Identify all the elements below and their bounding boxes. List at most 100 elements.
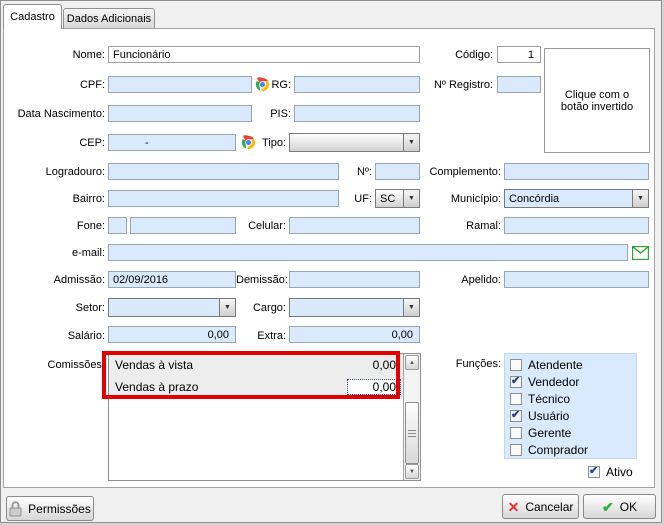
func-item-gerente[interactable]: Gerente xyxy=(505,424,636,441)
tipo-combo-value xyxy=(290,134,403,151)
func-item-usuario[interactable]: Usuário xyxy=(505,407,636,424)
cargo-combo[interactable]: ▼ xyxy=(289,298,420,317)
ok-button-label: OK xyxy=(620,500,637,514)
func-item-vendedor[interactable]: Vendedor xyxy=(505,373,636,390)
checkbox[interactable] xyxy=(510,376,522,388)
funcoes-listbox[interactable]: Atendente Vendedor Técnico Usuário Geren… xyxy=(504,353,637,459)
chevron-down-icon[interactable]: ▼ xyxy=(403,299,419,316)
salario-input[interactable] xyxy=(108,326,236,343)
func-item-label: Gerente xyxy=(528,426,571,440)
numero-input[interactable] xyxy=(375,163,420,180)
cargo-label: Cargo: xyxy=(236,302,286,314)
send-email-icon[interactable] xyxy=(632,246,649,260)
cancel-button-label: Cancelar xyxy=(525,500,573,514)
ativo-label: Ativo xyxy=(606,465,633,479)
extra-input[interactable] xyxy=(289,326,420,343)
chevron-down-icon[interactable]: ▼ xyxy=(403,190,419,207)
thumb-grip xyxy=(408,433,416,434)
commission-name: Vendas à prazo xyxy=(115,380,348,394)
scroll-up-icon[interactable]: ▲ xyxy=(405,355,419,370)
codigo-input[interactable] xyxy=(497,46,541,63)
employee-register-dialog: Cadastro Dados Adicionais Nome: Código: … xyxy=(0,0,662,523)
data-nascimento-input[interactable] xyxy=(108,105,252,122)
permissoes-button[interactable]: Permissões xyxy=(6,496,94,521)
photo-placeholder-text: Clique com o botão invertido xyxy=(553,89,641,113)
demissao-label: Demissão: xyxy=(236,274,286,286)
commission-row[interactable]: Vendas à vista 0,00 xyxy=(109,354,404,376)
ramal-label: Ramal: xyxy=(421,220,501,232)
admissao-input[interactable] xyxy=(108,271,236,288)
codigo-label: Código: xyxy=(421,49,493,61)
checkbox[interactable] xyxy=(510,427,522,439)
logradouro-input[interactable] xyxy=(108,163,339,180)
apelido-label: Apelido: xyxy=(421,274,501,286)
cancel-button[interactable]: ✕ Cancelar xyxy=(502,494,579,519)
checkbox[interactable] xyxy=(510,444,522,456)
email-input[interactable] xyxy=(108,244,628,261)
uf-label: UF: xyxy=(346,193,372,205)
photo-placeholder[interactable]: Clique com o botão invertido xyxy=(544,48,650,153)
green-check-icon: ✔ xyxy=(602,500,614,514)
demissao-input[interactable] xyxy=(289,271,420,288)
municipio-label: Município: xyxy=(421,193,501,205)
comissoes-list[interactable]: Vendas à vista 0,00 Vendas à prazo 0,00 … xyxy=(108,353,421,481)
chevron-down-icon[interactable]: ▼ xyxy=(632,190,648,207)
checkbox[interactable] xyxy=(510,393,522,405)
scroll-down-icon[interactable]: ▼ xyxy=(405,464,419,479)
ativo-checkbox[interactable] xyxy=(588,466,600,478)
chevron-down-icon[interactable]: ▼ xyxy=(219,299,235,316)
apelido-input[interactable] xyxy=(504,271,649,288)
rg-input[interactable] xyxy=(294,76,420,93)
admissao-label: Admissão: xyxy=(31,274,105,286)
complemento-label: Complemento: xyxy=(421,166,501,178)
municipio-combo-value: Concórdia xyxy=(505,190,632,207)
uf-combo[interactable]: SC ▼ xyxy=(375,189,420,208)
funcoes-label: Funções: xyxy=(431,358,501,370)
commission-row[interactable]: Vendas à prazo 0,00 xyxy=(109,376,404,398)
tab-dados-adicionais-label: Dados Adicionais xyxy=(67,13,151,25)
complemento-input[interactable] xyxy=(504,163,649,180)
func-item-comprador[interactable]: Comprador xyxy=(505,441,636,458)
commission-value[interactable]: 0,00 xyxy=(348,358,400,372)
celular-input[interactable] xyxy=(289,217,420,234)
chevron-down-icon[interactable]: ▼ xyxy=(403,134,419,151)
permissoes-button-label: Permissões xyxy=(28,502,91,516)
scrollbar-thumb[interactable] xyxy=(405,402,419,464)
commission-value[interactable]: 0,00 xyxy=(348,380,400,394)
tab-cadastro-label: Cadastro xyxy=(10,11,55,23)
tipo-combo[interactable]: ▼ xyxy=(289,133,420,152)
cep-input[interactable] xyxy=(108,134,236,151)
func-item-label: Usuário xyxy=(528,409,569,423)
tipo-label: Tipo: xyxy=(251,137,286,149)
setor-combo[interactable]: ▼ xyxy=(108,298,236,317)
municipio-combo[interactable]: Concórdia ▼ xyxy=(504,189,649,208)
cpf-input[interactable] xyxy=(108,76,252,93)
func-item-label: Técnico xyxy=(528,392,570,406)
func-item-atendente[interactable]: Atendente xyxy=(505,356,636,373)
cargo-combo-value xyxy=(290,299,403,316)
ok-button[interactable]: ✔ OK xyxy=(583,494,656,519)
setor-combo-value xyxy=(109,299,219,316)
nome-input[interactable] xyxy=(108,46,420,63)
data-nascimento-label: Data Nascimento: xyxy=(6,108,105,120)
pis-input[interactable] xyxy=(294,105,420,122)
pis-label: PIS: xyxy=(261,108,291,120)
nome-label: Nome: xyxy=(31,49,105,61)
scrollbar[interactable]: ▲ ▼ xyxy=(403,354,420,480)
cep-label: CEP: xyxy=(31,137,105,149)
bairro-input[interactable] xyxy=(108,190,339,207)
tab-cadastro[interactable]: Cadastro xyxy=(3,4,62,29)
num-registro-input[interactable] xyxy=(497,76,541,93)
ramal-input[interactable] xyxy=(504,217,649,234)
func-item-label: Comprador xyxy=(528,443,588,457)
fone-ddd-input[interactable] xyxy=(108,217,127,234)
checkbox[interactable] xyxy=(510,359,522,371)
ativo-checkbox-row[interactable]: Ativo xyxy=(583,463,633,480)
tab-dados-adicionais[interactable]: Dados Adicionais xyxy=(63,8,155,28)
checkbox[interactable] xyxy=(510,410,522,422)
func-item-tecnico[interactable]: Técnico xyxy=(505,390,636,407)
fone-input[interactable] xyxy=(130,217,236,234)
logradouro-label: Logradouro: xyxy=(31,166,105,178)
bairro-label: Bairro: xyxy=(31,193,105,205)
rg-label: RG: xyxy=(261,79,291,91)
